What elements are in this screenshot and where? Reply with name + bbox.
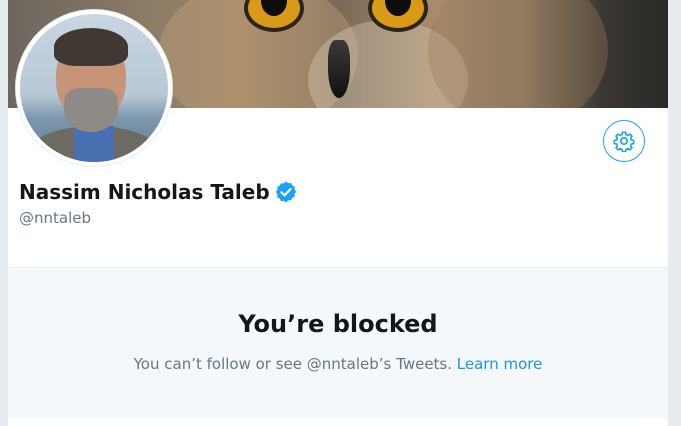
profile-page: Nassim Nicholas Taleb @nntaleb You’re bl…: [8, 0, 668, 426]
learn-more-link[interactable]: Learn more: [457, 355, 543, 373]
blocked-message-row: You can’t follow or see @nntaleb’s Tweet…: [8, 355, 668, 373]
gear-icon: [613, 131, 635, 152]
profile-display-name: Nassim Nicholas Taleb: [19, 180, 270, 204]
verified-badge-icon: [275, 181, 296, 203]
blocked-notice: You’re blocked You can’t follow or see @…: [8, 268, 668, 418]
profile-name-row: Nassim Nicholas Taleb: [19, 180, 298, 204]
profile-avatar[interactable]: [16, 10, 172, 166]
blocked-title: You’re blocked: [238, 310, 438, 338]
profile-handle: @nntaleb: [19, 209, 92, 227]
blocked-message: You can’t follow or see @nntaleb’s Tweet…: [133, 355, 453, 373]
settings-button[interactable]: [603, 120, 645, 162]
